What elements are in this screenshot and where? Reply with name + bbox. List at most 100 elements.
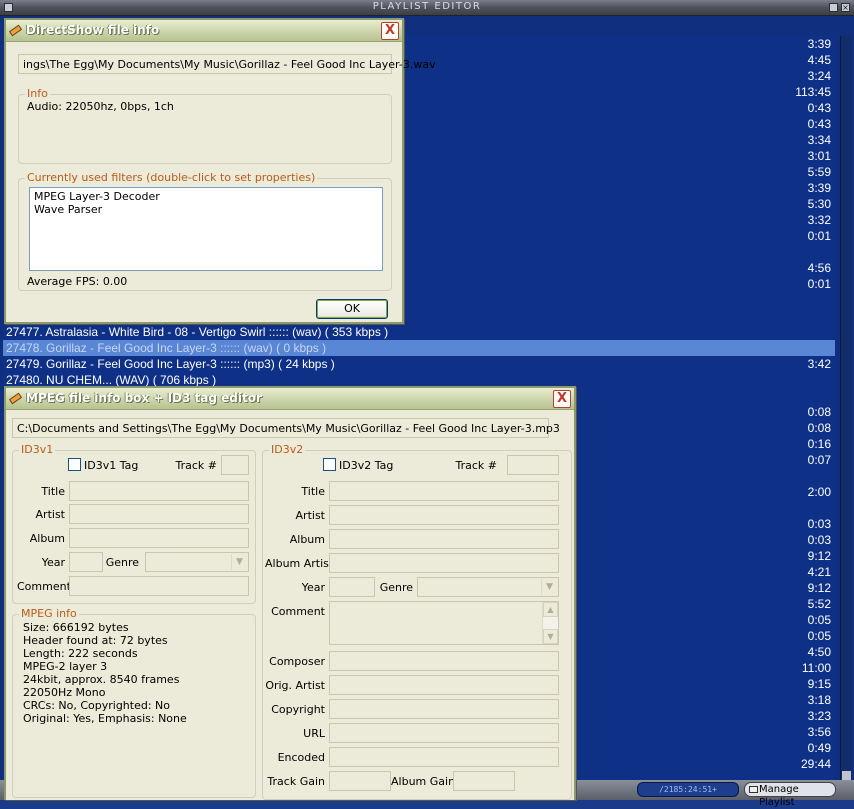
comment-label: Comment xyxy=(271,605,325,618)
playlist-time-counter: /2185:24:51+ xyxy=(637,782,739,797)
artist-label: Artist xyxy=(35,508,65,521)
close-icon[interactable]: X xyxy=(381,22,399,40)
id3v2-album-field[interactable] xyxy=(329,529,559,549)
id3v2-encoded-field[interactable] xyxy=(329,747,559,767)
id3v2-track-field[interactable] xyxy=(507,455,559,475)
id3v1-artist-field[interactable] xyxy=(69,504,249,524)
year-label: Year xyxy=(41,556,65,569)
playlist-row-time: 0:07 xyxy=(807,453,831,467)
playlist-row-time: 3:42 xyxy=(807,357,831,371)
mpeg-size-text: Size: 666192 bytes xyxy=(23,621,129,634)
playlist-scrollbar[interactable] xyxy=(840,36,852,791)
playlist-row-time: 3:32 xyxy=(807,213,831,227)
chevron-down-icon[interactable]: ▼ xyxy=(543,629,558,644)
playlist-row-time: 5:59 xyxy=(807,165,831,179)
id3v2-tag-label: ID3v2 Tag xyxy=(339,459,394,472)
track-label: Track # xyxy=(455,459,498,472)
id3v2-group-label: ID3v2 xyxy=(269,443,306,456)
id3v2-url-field[interactable] xyxy=(329,723,559,743)
playlist-row-time: 4:21 xyxy=(807,565,831,579)
playlist-title: PLAYLIST EDITOR xyxy=(372,1,482,12)
playlist-row-time: 3:18 xyxy=(807,693,831,707)
directshow-title-bar[interactable]: DirectShow file info X xyxy=(6,20,402,42)
pencil-icon xyxy=(9,24,22,37)
shade-icon[interactable] xyxy=(829,3,838,12)
list-item[interactable]: Wave Parser xyxy=(34,203,102,216)
playlist-row-title: 27479. Gorillaz - Feel Good Inc Layer-3 … xyxy=(6,357,335,371)
track-gain-field[interactable] xyxy=(329,771,391,791)
playlist-row-time: 0:03 xyxy=(807,533,831,547)
id3v1-tag-label: ID3v1 Tag xyxy=(84,459,139,472)
playlist-row[interactable]: 27479. Gorillaz - Feel Good Inc Layer-3 … xyxy=(3,356,835,372)
mpeg-title-bar[interactable]: MPEG file info box + ID3 tag editor X xyxy=(6,388,574,410)
mpeg-original-text: Original: Yes, Emphasis: None xyxy=(23,712,187,725)
playlist-row-time: 3:23 xyxy=(807,709,831,723)
playlist-row[interactable]: 27477. Astralasia - White Bird - 08 - Ve… xyxy=(3,324,835,340)
comment-label: Comment xyxy=(17,580,71,593)
file-path-field[interactable]: C:\Documents and Settings\The Egg\My Doc… xyxy=(12,418,560,438)
playlist-row-time: 5:52 xyxy=(807,597,831,611)
playlist-row-time: 9:12 xyxy=(807,581,831,595)
playlist-row-time: 3:24 xyxy=(807,69,831,83)
id3v2-genre-select[interactable]: ▼ xyxy=(417,577,559,597)
id3v1-genre-select[interactable]: ▼ xyxy=(145,552,249,572)
id3v1-track-field[interactable] xyxy=(221,455,249,475)
id3v2-orig-artist-field[interactable] xyxy=(329,675,559,695)
filters-group-label: Currently used filters (double-click to … xyxy=(25,171,318,184)
album-artist-label: Album Artist xyxy=(265,557,334,570)
playlist-row-time: 4:45 xyxy=(807,53,831,67)
playlist-row[interactable]: 27478. Gorillaz - Feel Good Inc Layer-3 … xyxy=(3,340,835,356)
id3v2-tag-checkbox[interactable] xyxy=(323,458,336,471)
id3v2-title-field[interactable] xyxy=(329,481,559,501)
list-item[interactable]: MPEG Layer-3 Decoder xyxy=(34,190,160,203)
playlist-row-time: 3:56 xyxy=(807,725,831,739)
id3v2-artist-field[interactable] xyxy=(329,505,559,525)
id3v1-title-field[interactable] xyxy=(69,481,249,501)
id3v2-composer-field[interactable] xyxy=(329,651,559,671)
id3v2-year-field[interactable] xyxy=(329,577,375,597)
file-path-field[interactable]: ings\The Egg\My Documents\My Music\Goril… xyxy=(18,54,436,74)
chevron-up-icon[interactable]: ▲ xyxy=(543,602,558,617)
playlist-row-time: 0:05 xyxy=(807,613,831,627)
mpeg-length-text: Length: 222 seconds xyxy=(23,647,138,660)
encoded-label: Encoded xyxy=(277,751,325,764)
id3v2-group: ID3v2 ID3v2 Tag Track # Title Artist Alb… xyxy=(262,443,572,800)
info-group: Info Audio: 22050hz, 0bps, 1ch xyxy=(18,87,392,164)
playlist-row-time: 0:43 xyxy=(807,101,831,115)
playlist-row-time: 0:05 xyxy=(807,629,831,643)
filters-listbox[interactable]: MPEG Layer-3 Decoder Wave Parser xyxy=(29,187,383,271)
copyright-label: Copyright xyxy=(271,703,325,716)
playlist-row-time: 0:03 xyxy=(807,517,831,531)
id3v1-comment-field[interactable] xyxy=(69,576,249,596)
playlist-row-time: 3:39 xyxy=(807,37,831,51)
filters-group: Currently used filters (double-click to … xyxy=(18,171,392,291)
genre-label: Genre xyxy=(379,581,413,594)
close-icon[interactable]: × xyxy=(841,3,850,12)
manage-playlist-label: Manage Playlist xyxy=(759,784,799,808)
close-icon[interactable]: X xyxy=(553,390,571,408)
album-label: Album xyxy=(289,533,325,546)
id3v2-album-artist-field[interactable] xyxy=(329,553,559,573)
chevron-down-icon[interactable]: ▼ xyxy=(541,579,557,595)
id3v2-comment-field[interactable]: ▲ ▼ xyxy=(329,601,559,645)
ok-button[interactable]: OK xyxy=(316,299,388,319)
playlist-title-bar[interactable]: PLAYLIST EDITOR × xyxy=(0,0,854,16)
folder-icon xyxy=(749,786,758,793)
id3v1-album-field[interactable] xyxy=(69,528,249,548)
chevron-down-icon[interactable]: ▼ xyxy=(231,554,247,570)
album-gain-field[interactable] xyxy=(453,771,515,791)
playlist-row-time: 3:01 xyxy=(807,149,831,163)
year-label: Year xyxy=(301,581,325,594)
id3v1-tag-checkbox[interactable] xyxy=(68,458,81,471)
manage-playlist-button[interactable]: Manage Playlist xyxy=(744,782,836,808)
playlist-row-time: 0:01 xyxy=(807,229,831,243)
title-label: Title xyxy=(301,485,325,498)
directshow-title: DirectShow file info xyxy=(26,23,160,37)
id3v1-year-field[interactable] xyxy=(69,552,103,572)
comment-scrollbar[interactable]: ▲ ▼ xyxy=(542,602,558,644)
playlist-row-time: 29:44 xyxy=(800,757,831,771)
playlist-row-time: 0:08 xyxy=(807,421,831,435)
mpeg-title: MPEG file info box + ID3 tag editor xyxy=(26,391,262,405)
playlist-row-time: 113:45 xyxy=(795,85,831,99)
id3v2-copyright-field[interactable] xyxy=(329,699,559,719)
